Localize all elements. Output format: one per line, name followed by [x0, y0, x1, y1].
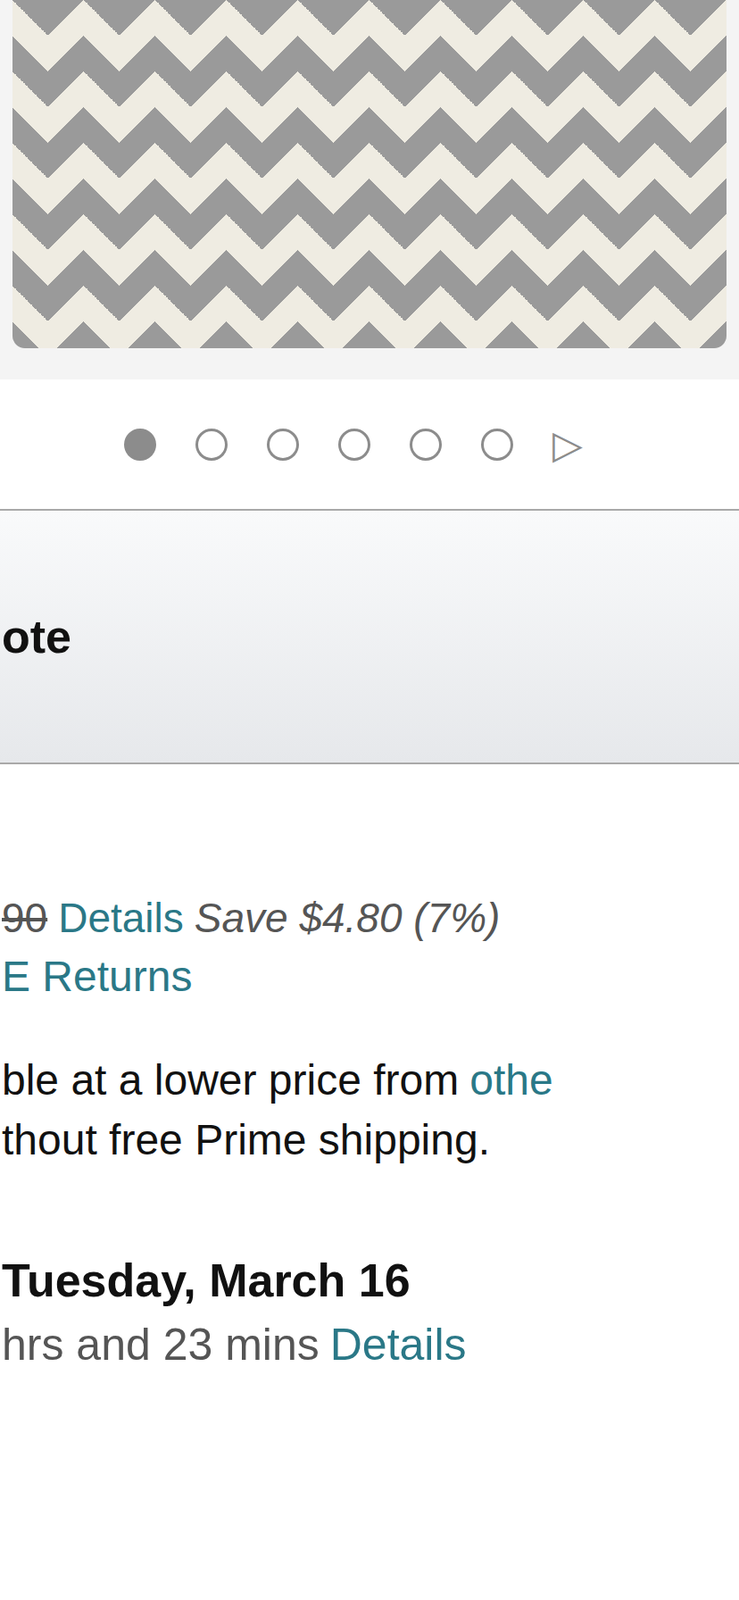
product-page: ▷ote90DetailsSave $4.80 (7%)E Returnsble…	[0, 0, 739, 1600]
savings: Save $4.80 (7%)	[194, 894, 501, 941]
buy-box: 90DetailsSave $4.80 (7%)E Returnsble at …	[0, 763, 739, 1376]
product-title: ote	[1, 609, 72, 664]
returns-link[interactable]: E Returns	[1, 952, 192, 1000]
title-bar: ote	[0, 508, 739, 764]
list-price: 90	[1, 894, 48, 941]
carousel-dot[interactable]	[409, 428, 442, 461]
carousel-dot[interactable]	[195, 428, 228, 461]
offer-line: thout free Prime shipping.	[1, 1109, 739, 1170]
delivery-date: Tuesday, March 16	[1, 1247, 739, 1313]
returns-row: E Returns	[1, 946, 739, 1006]
carousel-dot[interactable]	[266, 428, 299, 461]
bag-photo	[12, 0, 727, 349]
carousel-dot[interactable]	[481, 428, 514, 461]
product-image[interactable]	[0, 0, 739, 380]
delivery-countdown: hrs and 23 minsDetails	[1, 1312, 739, 1376]
other-sellers-link[interactable]: othe	[469, 1055, 553, 1104]
other-sellers-note: ble at a lower price fromothe thout free …	[1, 1049, 739, 1170]
carousel-dot[interactable]	[338, 428, 371, 461]
offer-line: ble at a lower price fromothe	[1, 1049, 739, 1110]
offer-text: ble at a lower price from	[1, 1055, 459, 1104]
delivery-info: Tuesday, March 16hrs and 23 minsDetails	[1, 1247, 739, 1376]
carousel-dot[interactable]	[124, 428, 157, 461]
countdown-text: hrs and 23 mins	[1, 1319, 320, 1370]
price-row: 90DetailsSave $4.80 (7%)	[1, 888, 739, 947]
price-details-link[interactable]: Details	[58, 894, 184, 941]
next-icon[interactable]: ▷	[552, 424, 583, 465]
offer-text: thout free Prime shipping.	[1, 1115, 490, 1163]
image-carousel-dots: ▷	[0, 379, 739, 509]
delivery-details-link[interactable]: Details	[330, 1319, 467, 1370]
